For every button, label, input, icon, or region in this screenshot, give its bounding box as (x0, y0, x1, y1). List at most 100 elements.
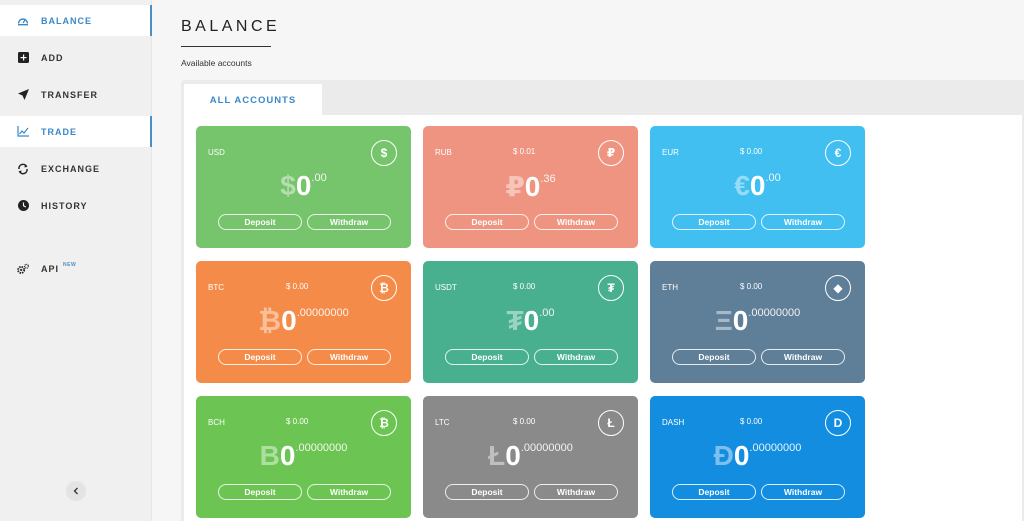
currency-eur-icon: € (825, 140, 851, 166)
balance-decimals: .00 (765, 172, 781, 184)
withdraw-button[interactable]: Withdraw (761, 349, 845, 365)
account-code: USD (208, 148, 225, 157)
sidebar-item-add[interactable]: ADD (0, 42, 152, 73)
balance-integer: 0 (749, 170, 766, 201)
currency-symbol: ₿ (258, 305, 282, 336)
withdraw-button[interactable]: Withdraw (534, 214, 618, 230)
currency-symbol: ₽ (505, 171, 525, 202)
account-usd-value: $ 0.00 (513, 282, 536, 291)
sidebar-item-transfer[interactable]: TRANSFER (0, 79, 152, 110)
account-usd-value: $ 0.00 (740, 282, 763, 291)
deposit-button[interactable]: Deposit (445, 214, 529, 230)
page-title: BALANCE (181, 18, 281, 35)
withdraw-button[interactable]: Withdraw (534, 484, 618, 500)
exchange-icon (17, 163, 29, 175)
account-code: BCH (208, 418, 225, 427)
collapse-sidebar-button[interactable] (66, 481, 86, 501)
new-badge: NEW (63, 261, 77, 268)
account-card-dash: DASH $ 0.00 D Đ0.00000000 Deposit Withdraw (650, 396, 865, 518)
sidebar: BALANCE ADD TRANSFER TRADE EXCHANGE HIST… (0, 0, 152, 521)
balance-decimals: .00000000 (295, 442, 348, 454)
balance-decimals: .00000000 (520, 442, 573, 454)
sidebar-item-label: TRADE (41, 126, 77, 137)
withdraw-button[interactable]: Withdraw (307, 484, 391, 500)
sidebar-item-label: ADD (41, 52, 64, 63)
currency-symbol: Ξ (714, 305, 733, 336)
withdraw-button[interactable]: Withdraw (761, 214, 845, 230)
currency-ltc-icon: Ł (598, 410, 624, 436)
currency-btc-icon: ₿ (371, 275, 397, 301)
account-code: BTC (208, 283, 224, 292)
chevron-left-icon (72, 482, 80, 500)
sidebar-item-api[interactable]: API NEW (0, 253, 152, 284)
balance-decimals: .36 (540, 173, 556, 185)
tab-all-accounts[interactable]: ALL ACCOUNTS (184, 84, 322, 116)
account-balance: B0.00000000 (196, 440, 411, 472)
account-balance: $0.00 (196, 170, 411, 202)
sidebar-item-label: API (41, 263, 60, 274)
balance-decimals: .00000000 (748, 307, 801, 319)
currency-symbol: ₮ (506, 305, 524, 336)
account-balance: Ł0.00000000 (423, 440, 638, 472)
currency-symbol: B (259, 440, 280, 471)
page-subtitle: Available accounts (181, 58, 252, 68)
balance-decimals: .00000000 (296, 307, 349, 319)
sidebar-item-label: EXCHANGE (41, 163, 101, 174)
balance-integer: 0 (523, 305, 540, 336)
deposit-button[interactable]: Deposit (218, 484, 302, 500)
account-balance: Đ0.00000000 (650, 440, 865, 472)
withdraw-button[interactable]: Withdraw (307, 349, 391, 365)
deposit-button[interactable]: Deposit (445, 484, 529, 500)
account-card-usd: USD $ $0.00 Deposit Withdraw (196, 126, 411, 248)
currency-symbol: Đ (713, 440, 734, 471)
sidebar-item-trade[interactable]: TRADE (0, 116, 152, 147)
title-underline (181, 46, 271, 47)
account-balance: Ξ0.00000000 (650, 305, 865, 337)
account-card-usdt: USDT $ 0.00 ₮ ₮0.00 Deposit Withdraw (423, 261, 638, 383)
account-code: DASH (662, 418, 685, 427)
account-balance: ₮0.00 (423, 305, 638, 337)
account-usd-value: $ 0.00 (513, 417, 536, 426)
account-balance: ₽0.36 (423, 170, 638, 203)
account-code: LTC (435, 418, 450, 427)
deposit-button[interactable]: Deposit (218, 214, 302, 230)
balance-integer: 0 (733, 440, 750, 471)
currency-usdt-icon: ₮ (598, 275, 624, 301)
balance-integer: 0 (281, 305, 297, 336)
account-code: ETH (662, 283, 678, 292)
gears-icon (17, 263, 29, 275)
paper-plane-icon (17, 89, 29, 101)
sidebar-item-exchange[interactable]: EXCHANGE (0, 153, 152, 184)
currency-rub-icon: ₽ (598, 140, 624, 166)
currency-dash-icon: D (825, 410, 851, 436)
currency-eth-icon: ◆ (825, 275, 851, 301)
account-card-ltc: LTC $ 0.00 Ł Ł0.00000000 Deposit Withdraw (423, 396, 638, 518)
balance-decimals: .00 (311, 172, 327, 184)
account-code: RUB (435, 148, 452, 157)
sidebar-item-history[interactable]: HISTORY (0, 190, 152, 221)
sidebar-item-label: BALANCE (41, 15, 92, 26)
withdraw-button[interactable]: Withdraw (307, 214, 391, 230)
currency-symbol: $ (280, 170, 296, 201)
sidebar-item-balance[interactable]: BALANCE (0, 5, 152, 36)
account-usd-value: $ 0.00 (740, 417, 763, 426)
balance-integer: 0 (524, 171, 541, 202)
account-code: USDT (435, 283, 457, 292)
deposit-button[interactable]: Deposit (218, 349, 302, 365)
deposit-button[interactable]: Deposit (672, 484, 756, 500)
balance-integer: 0 (732, 305, 749, 336)
balance-decimals: .00 (539, 307, 555, 319)
dashboard-icon (17, 15, 29, 27)
sidebar-item-label: TRANSFER (41, 89, 98, 100)
account-balance: €0.00 (650, 170, 865, 202)
withdraw-button[interactable]: Withdraw (534, 349, 618, 365)
deposit-button[interactable]: Deposit (672, 214, 756, 230)
deposit-button[interactable]: Deposit (672, 349, 756, 365)
withdraw-button[interactable]: Withdraw (761, 484, 845, 500)
plus-square-icon (17, 52, 29, 64)
balance-integer: 0 (279, 440, 296, 471)
account-usd-value: $ 0.00 (286, 282, 309, 291)
account-card-btc: BTC $ 0.00 ₿ ₿0.00000000 Deposit Withdraw (196, 261, 411, 383)
chart-icon (17, 126, 29, 138)
deposit-button[interactable]: Deposit (445, 349, 529, 365)
